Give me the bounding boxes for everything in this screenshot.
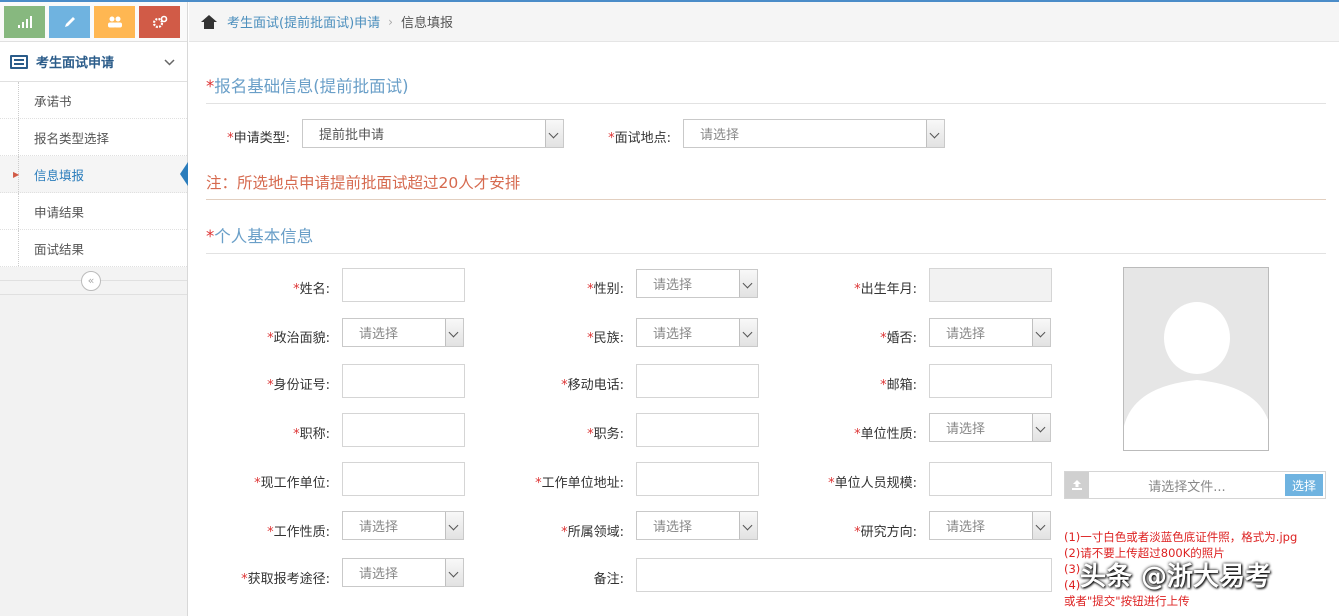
birth-label: *出生年月: — [854, 282, 917, 297]
research-label: *研究方向: — [854, 525, 917, 540]
ethnic-label: *民族: — [587, 331, 624, 346]
birth-input[interactable] — [929, 268, 1052, 302]
nav-section-header[interactable]: 考生面试申请 — [0, 42, 187, 82]
file-placeholder: 请选择文件... — [1148, 479, 1226, 495]
chevron-down-icon — [445, 512, 463, 539]
nav-section-label: 考生面试申请 — [36, 56, 115, 71]
signal-icon[interactable] — [4, 6, 45, 38]
chevron-down-icon — [445, 319, 463, 346]
shortcut-bar — [0, 2, 187, 42]
apply-type-select[interactable]: 提前批申请 — [302, 119, 564, 148]
sidebar-item-label: 报名类型选择 — [34, 130, 110, 146]
work-nature-label: *工作性质: — [267, 525, 330, 540]
source-label: *获取报考途径: — [241, 572, 330, 587]
field-label: *所属领域: — [561, 525, 624, 540]
remark-input[interactable] — [636, 558, 1052, 592]
name-label: *姓名: — [293, 282, 330, 297]
title-label: *职称: — [293, 427, 330, 442]
sidebar-item-label: 申请结果 — [34, 204, 85, 220]
sidebar-item-info-fill[interactable]: ▶ 信息填报 — [0, 156, 188, 193]
breadcrumb: 考生面试(提前批面试)申请 › 信息填报 — [189, 2, 1339, 42]
unit-nature-label: *单位性质: — [854, 427, 917, 442]
workplace-input[interactable] — [342, 462, 465, 496]
email-label: *邮箱: — [880, 378, 917, 393]
unit-nature-select[interactable]: 请选择 — [929, 413, 1051, 442]
idcard-input[interactable] — [342, 364, 465, 398]
list-icon — [10, 54, 28, 69]
source-select[interactable]: 请选择 — [342, 558, 464, 587]
sidebar-collapse-bar: « — [0, 267, 187, 295]
sidebar-item-label: 面试结果 — [34, 241, 85, 257]
sidebar-item-interview-result[interactable]: 面试结果 — [0, 230, 187, 267]
work-address-label: *工作单位地址: — [535, 476, 624, 491]
ethnic-select[interactable]: 请选择 — [636, 318, 758, 347]
section-title-personal: *个人基本信息 — [206, 223, 1326, 254]
chevron-down-icon — [1032, 319, 1050, 346]
chevron-down-icon — [739, 319, 757, 346]
mobile-input[interactable] — [636, 364, 759, 398]
duty-input[interactable] — [636, 413, 759, 447]
photo-file-input[interactable]: 请选择文件... 选择 — [1064, 471, 1326, 499]
research-select[interactable]: 请选择 — [929, 511, 1051, 540]
breadcrumb-current: 信息填报 — [400, 16, 453, 31]
chevron-down-icon — [164, 55, 175, 69]
users-icon[interactable] — [94, 6, 135, 38]
marital-label: *婚否: — [880, 331, 917, 346]
location-label: *面试地点: — [608, 131, 671, 146]
main-content: *报名基础信息(提前批面试) *申请类型: 提前批申请 *面试地点: 请选择 注… — [189, 43, 1339, 616]
sidebar-item-type-select[interactable]: 报名类型选择 — [0, 119, 187, 156]
sidebar-item-label: 信息填报 — [34, 167, 85, 183]
chevron-down-icon — [739, 512, 757, 539]
chevron-down-icon — [1032, 512, 1050, 539]
photo-placeholder — [1123, 267, 1269, 451]
workplace-label: *现工作单位: — [254, 476, 330, 491]
duty-label: *职务: — [587, 427, 624, 442]
watermark: 头条 @浙大易考 — [1080, 562, 1272, 592]
name-input[interactable] — [342, 268, 465, 302]
cogs-icon[interactable] — [139, 6, 180, 38]
work-address-input[interactable] — [636, 462, 759, 496]
home-icon[interactable] — [201, 14, 217, 29]
notice-text: 注：所选地点申请提前批面试超过20人才安排 — [206, 171, 1326, 200]
remark-label: 备注: — [593, 572, 624, 587]
gender-select[interactable]: 请选择 — [636, 269, 758, 298]
location-select[interactable]: 请选择 — [683, 119, 945, 148]
chevron-down-icon — [926, 120, 944, 147]
apply-type-label: *申请类型: — [227, 131, 290, 146]
avatar-icon — [1124, 268, 1268, 450]
breadcrumb-separator-icon: › — [388, 14, 393, 29]
double-chevron-left-icon[interactable]: « — [81, 271, 101, 291]
caret-right-icon: ▶ — [13, 169, 20, 179]
choose-file-button[interactable]: 选择 — [1285, 474, 1323, 496]
pencil-icon[interactable] — [49, 6, 90, 38]
chevron-down-icon — [1032, 414, 1050, 441]
title-input[interactable] — [342, 413, 465, 447]
unit-size-label: *单位人员规模: — [828, 476, 917, 491]
mobile-label: *移动电话: — [561, 378, 624, 393]
chevron-down-icon — [445, 559, 463, 586]
field-select[interactable]: 请选择 — [636, 511, 758, 540]
chevron-down-icon — [739, 270, 757, 297]
chevron-down-icon — [545, 120, 563, 147]
idcard-label: *身份证号: — [267, 378, 330, 393]
political-select[interactable]: 请选择 — [342, 318, 464, 347]
unit-size-input[interactable] — [929, 462, 1052, 496]
marital-select[interactable]: 请选择 — [929, 318, 1051, 347]
political-label: *政治面貌: — [267, 331, 330, 346]
section-title-basic: *报名基础信息(提前批面试) — [206, 73, 1326, 104]
work-nature-select[interactable]: 请选择 — [342, 511, 464, 540]
sidebar: 考生面试申请 承诺书 报名类型选择 ▶ 信息填报 申请结果 面试结果 « — [0, 2, 188, 616]
sidebar-item-pledge[interactable]: 承诺书 — [0, 82, 187, 119]
upload-icon — [1065, 472, 1089, 498]
gender-label: *性别: — [587, 282, 624, 297]
email-input[interactable] — [929, 364, 1052, 398]
breadcrumb-link[interactable]: 考生面试(提前批面试)申请 — [227, 12, 380, 31]
sidebar-item-label: 承诺书 — [34, 93, 72, 109]
sidebar-item-apply-result[interactable]: 申请结果 — [0, 193, 187, 230]
